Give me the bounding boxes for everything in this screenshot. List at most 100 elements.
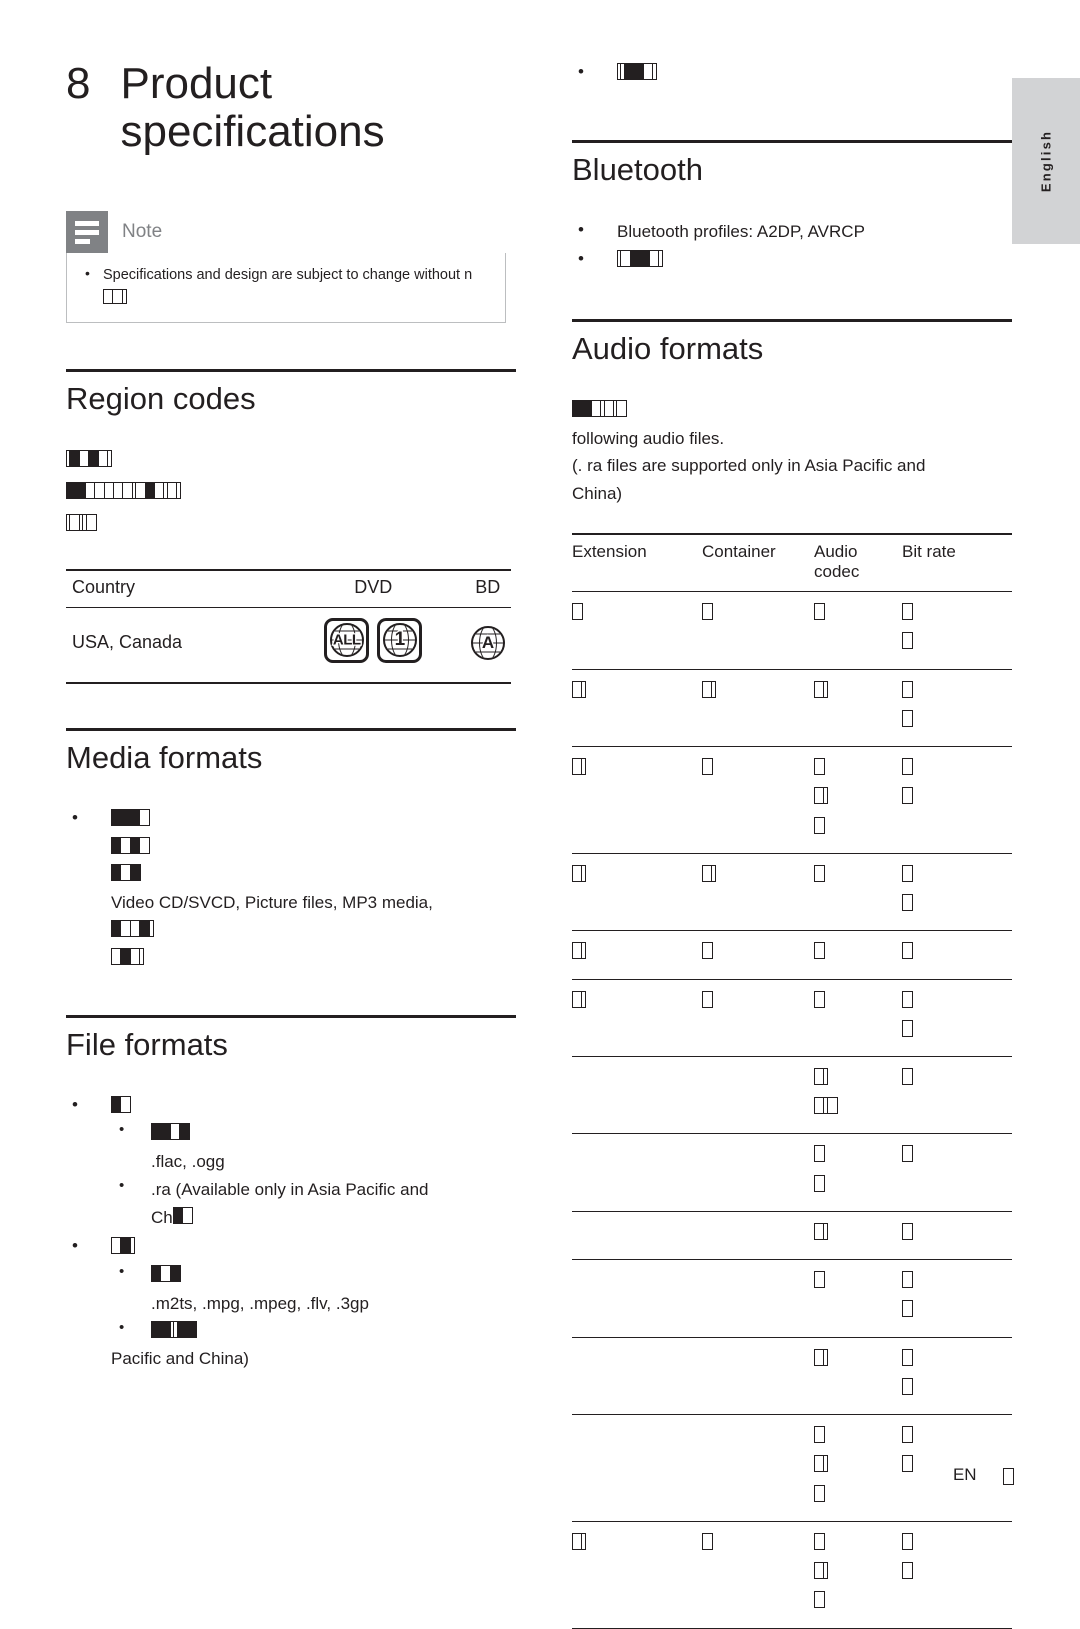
table-row <box>572 1211 1012 1261</box>
media-formats-list: Video CD/SVCD, Picture files, MP3 media, <box>66 804 516 973</box>
cell-audio-codec <box>814 1211 902 1261</box>
list-item-continuation: Ch <box>151 1204 516 1232</box>
tofu-glyphs <box>572 942 587 960</box>
cell-audio-codec <box>814 1056 902 1135</box>
cell-audio-codec <box>814 979 902 1058</box>
cell-container <box>702 930 814 980</box>
cell-line <box>814 600 896 629</box>
file-formats-text: .flac, .ogg <box>151 1152 225 1172</box>
tofu-glyphs <box>814 1097 838 1115</box>
cell-container <box>702 1211 814 1261</box>
list-item <box>111 1316 516 1346</box>
section-title-bluetooth: Bluetooth <box>572 151 703 187</box>
cell-audio-codec <box>814 1337 902 1416</box>
tofu-glyphs <box>814 787 829 805</box>
tofu-glyphs <box>902 787 913 805</box>
tofu-glyphs <box>902 894 913 912</box>
tofu-glyphs <box>814 1562 829 1580</box>
tofu-glyphs <box>66 513 97 531</box>
cell-line <box>902 862 1006 891</box>
column-header-bd: BD <box>464 568 511 608</box>
cell-line <box>814 862 896 891</box>
chapter-number: 8 <box>66 59 91 108</box>
cell-audio-codec <box>814 591 902 670</box>
tofu-glyphs <box>814 1426 825 1444</box>
section-title-file-formats: File formats <box>66 1026 228 1062</box>
cell-line <box>902 1375 1006 1404</box>
tofu-glyphs <box>572 990 587 1008</box>
cell-line <box>814 1172 896 1201</box>
column-header-dvd: DVD <box>282 568 465 608</box>
tofu-glyphs <box>902 1145 913 1163</box>
cell-line <box>902 1297 1006 1326</box>
region-icon-label: 1 <box>393 628 406 652</box>
cell-bit-rate <box>902 979 1012 1058</box>
list-item-continuation <box>111 945 516 973</box>
tofu-glyphs <box>111 864 141 882</box>
tofu-glyphs <box>902 603 913 621</box>
cell-line <box>814 1142 896 1171</box>
tofu-glyphs <box>902 632 913 650</box>
cell-extension <box>572 1133 702 1212</box>
tofu-glyphs <box>902 1300 913 1318</box>
tofu-glyphs <box>572 758 587 776</box>
note-box: Note Specifications and design are subje… <box>66 211 506 324</box>
tofu-glyphs <box>172 1207 194 1225</box>
left-column: 8 Product specifications Note Specificat… <box>66 60 516 1375</box>
cell-line <box>902 1559 1006 1588</box>
list-item: Video CD/SVCD, Picture files, MP3 media, <box>66 804 516 973</box>
tofu-glyphs <box>702 864 717 882</box>
cell-bit-rate <box>902 1133 1012 1212</box>
table-row <box>572 853 1012 932</box>
cell-line <box>814 1065 896 1094</box>
note-item: Specifications and design are subject to… <box>81 264 491 306</box>
column-header-extension: Extension <box>572 533 702 593</box>
cell-line <box>902 988 1006 1017</box>
cell-line <box>902 678 1006 707</box>
cell-bit-rate <box>902 1211 1012 1261</box>
table-row <box>572 1056 1012 1135</box>
list-item-continuation <box>111 834 516 862</box>
language-tab-label: English <box>1038 129 1054 193</box>
tofu-glyphs <box>111 1236 135 1254</box>
intro-line: China) <box>572 483 623 503</box>
page-footer: EN <box>0 1465 1080 1485</box>
cell-country: USA, Canada <box>66 607 283 684</box>
tofu-glyphs <box>814 816 825 834</box>
table-header-row: Extension Container Audio codec Bit rate <box>572 533 1012 593</box>
tofu-glyphs <box>902 758 913 776</box>
cell-container <box>702 979 814 1058</box>
tofu-glyphs <box>814 758 825 776</box>
cell-audio-codec <box>814 930 902 980</box>
column-header-country: Country <box>66 568 283 608</box>
tofu-glyphs <box>702 942 713 960</box>
region-icon-label: ALL <box>332 631 363 651</box>
tofu-glyphs <box>572 400 628 418</box>
list-item: Bluetooth profiles: A2DP, AVRCP <box>572 216 1012 246</box>
tofu-glyphs <box>902 1222 913 1240</box>
cell-extension <box>572 930 702 980</box>
file-formats-sublist <box>111 1316 516 1346</box>
tofu-glyphs <box>902 1019 913 1037</box>
tofu-glyphs <box>572 864 587 882</box>
cell-extension <box>572 1056 702 1135</box>
cell-line <box>902 1142 1006 1171</box>
cell-container <box>702 1521 814 1629</box>
cell-line <box>814 939 896 968</box>
file-formats-list: .flac, .ogg .ra (Available only in Asia … <box>66 1091 516 1374</box>
cell-line <box>902 707 1006 736</box>
cell-extension <box>572 1259 702 1338</box>
note-header: Note <box>66 211 506 254</box>
section-title-audio-formats: Audio formats <box>572 331 764 367</box>
file-formats-sublist <box>111 1118 516 1148</box>
cell-line <box>814 1094 896 1123</box>
tofu-glyphs <box>814 864 825 882</box>
cell-line <box>902 1530 1006 1559</box>
cell-line <box>814 1559 896 1588</box>
footer-language-code: EN <box>952 1465 977 1484</box>
right-column: Bluetooth Bluetooth profiles: A2DP, AVRC… <box>572 58 1012 1629</box>
cell-line <box>814 1346 896 1375</box>
region-note-line <box>66 479 516 511</box>
list-item-continuation <box>111 917 516 945</box>
tofu-glyphs <box>572 603 583 621</box>
